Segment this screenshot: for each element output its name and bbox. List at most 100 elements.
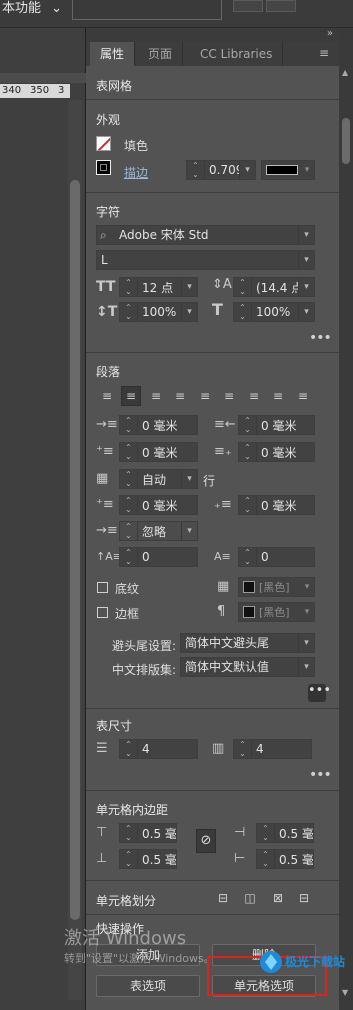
spinner-arrows-icon[interactable]: ⌃ ⌄ (120, 496, 138, 514)
chevron-down-icon[interactable]: ▾ (298, 303, 314, 321)
tab-properties[interactable]: 属性 (90, 42, 136, 66)
drop-cap-chars-field[interactable]: ⌃ ⌄ 0 (238, 547, 315, 567)
leading-value[interactable]: (14.4 点 (252, 279, 298, 296)
chevron-down-icon[interactable]: ▾ (300, 582, 314, 592)
spinner-arrows-icon[interactable]: ⌃ ⌄ (120, 278, 138, 296)
spinner-arrows-icon[interactable]: ⌃ ⌄ (257, 824, 275, 842)
spinner-arrows-icon[interactable]: ⌃ ⌄ (120, 443, 138, 461)
chevron-down-icon[interactable]: ▾ (181, 303, 197, 321)
table-options-button[interactable]: 表选项 (96, 975, 200, 997)
stroke-weight-value[interactable]: 0.709 (205, 163, 239, 177)
search-box[interactable] (72, 0, 222, 20)
spinner-arrows-icon[interactable]: ⌃ ⌄ (239, 443, 257, 461)
toolbar-button-left[interactable] (233, 0, 263, 12)
scrollbar-thumb[interactable] (342, 118, 350, 164)
font-family-select[interactable]: ⌕ Adobe 宋体 Std ▾ (96, 225, 315, 245)
left-indent-value[interactable]: 0 毫米 (138, 417, 197, 434)
justify-center-icon[interactable]: ≡ (195, 386, 215, 406)
inset-bottom-value[interactable]: 0.5 毫 (138, 851, 176, 868)
inset-left-field[interactable]: ⌃ ⌄ 0.5 毫 (256, 823, 314, 843)
drop-cap-chars-value[interactable]: 0 (257, 550, 314, 564)
scrollbar-thumb[interactable] (70, 180, 80, 920)
font-style-select[interactable]: L ▾ (96, 250, 315, 270)
toolbar-button-right[interactable] (266, 0, 296, 12)
rows-field[interactable]: ⌃ ⌄ 4 (119, 739, 198, 759)
spinner-arrows-icon[interactable]: ⌃ ⌄ (120, 303, 138, 321)
chevron-down-icon[interactable]: ▾ (298, 634, 314, 652)
inset-right-value[interactable]: 0.5 毫 (275, 851, 313, 868)
chevron-down-icon[interactable]: ▾ (298, 658, 314, 676)
chevron-down-icon[interactable]: ▾ (298, 278, 314, 296)
spinner-arrows-icon[interactable]: ⌃ ⌄ (239, 416, 257, 434)
stroke-label[interactable]: 描边 (124, 164, 148, 181)
left-indent-field[interactable]: ⌃ ⌄ 0 毫米 (119, 415, 198, 435)
space-after-value[interactable]: 0 毫米 (257, 497, 314, 514)
align-away-spine-icon[interactable]: ≡ (293, 386, 313, 406)
link-icon[interactable]: ⊘ (196, 829, 216, 853)
spinner-arrows-icon[interactable]: ⌃ ⌄ (234, 278, 252, 296)
chevron-down-icon[interactable]: ▾ (298, 226, 314, 244)
last-line-indent-value[interactable]: 0 毫米 (257, 444, 314, 461)
horizontal-scale-field[interactable]: ⌃ ⌄ 100% ▾ (233, 302, 315, 322)
justify-right-icon[interactable]: ≡ (219, 386, 239, 406)
kinsoku-select[interactable]: 简体中文避头尾 ▾ (180, 633, 315, 653)
collapse-icon[interactable]: » (327, 28, 333, 39)
spinner-arrows-icon[interactable]: ⌃ ⌄ (120, 548, 138, 566)
align-toward-spine-icon[interactable]: ≡ (268, 386, 288, 406)
first-line-indent-field[interactable]: ⌃ ⌄ 0 毫米 (119, 442, 198, 462)
panel-menu-icon[interactable]: ≡ (319, 46, 329, 60)
chevron-down-icon[interactable]: ▾ (300, 165, 314, 175)
justify-all-icon[interactable]: ≡ (244, 386, 264, 406)
space-after-field[interactable]: ⌃ ⌄ 0 毫米 (238, 495, 315, 515)
unmerge-cells-icon[interactable]: ⊟ (294, 888, 314, 908)
stroke-weight-field[interactable]: ⌃⌄ 0.709 ▾ (186, 160, 256, 180)
inset-bottom-field[interactable]: ⌃ ⌄ 0.5 毫 (119, 849, 177, 869)
shading-icon[interactable]: ▦ (217, 580, 229, 594)
border-icon[interactable]: ¶ (217, 605, 225, 619)
mojikumi-select[interactable]: 简体中文默认值 ▾ (180, 657, 315, 677)
rows-value[interactable]: 4 (138, 742, 197, 756)
vertical-scale-value[interactable]: 100% (138, 305, 181, 319)
spinner-arrows-icon[interactable]: ⌃ ⌄ (239, 496, 257, 514)
font-size-field[interactable]: ⌃ ⌄ 12 点 ▾ (119, 277, 198, 297)
last-line-indent-field[interactable]: ⌃ ⌄ 0 毫米 (238, 442, 315, 462)
vertical-scrollbar[interactable] (68, 100, 82, 1000)
more-options-icon[interactable]: ••• (309, 330, 332, 346)
spinner-arrows-icon[interactable]: ⌃ ⌄ (120, 470, 138, 488)
grid-align-select[interactable]: ⌃ ⌄ 自动 ▾ (119, 469, 198, 489)
panel-scrollbar[interactable]: ▲ ▼ (339, 28, 353, 1010)
tab-pages[interactable]: 页面 (138, 42, 184, 66)
more-options-icon[interactable]: ••• (308, 684, 331, 702)
tab-cc-libraries[interactable]: CC Libraries (190, 42, 284, 66)
spinner-arrows-icon[interactable]: ⌃ ⌄ (239, 548, 257, 566)
spinner-arrows-icon[interactable]: ⌃ ⌄ (234, 740, 252, 758)
inset-left-value[interactable]: 0.5 毫 (275, 825, 313, 842)
document-canvas[interactable]: 340 350 3 › ▯▯ (0, 28, 86, 1010)
scroll-up-icon[interactable]: ▲ (342, 68, 348, 77)
split-vertical-icon[interactable]: ◫ (240, 888, 260, 908)
right-indent-field[interactable]: ⌃ ⌄ 0 毫米 (238, 415, 315, 435)
inset-top-value[interactable]: 0.5 毫 (138, 825, 176, 842)
shading-color-select[interactable]: [黑色] ▾ (238, 577, 315, 597)
align-left-icon[interactable]: ≡ (97, 386, 117, 406)
right-indent-value[interactable]: 0 毫米 (257, 417, 314, 434)
inset-right-field[interactable]: ⌃ ⌄ 0.5 毫 (256, 849, 314, 869)
fill-icon[interactable] (96, 136, 111, 151)
split-horizontal-icon[interactable]: ⊟ (213, 888, 233, 908)
chevron-down-icon[interactable]: ▾ (298, 251, 314, 269)
stroke-icon[interactable] (96, 160, 111, 175)
border-checkbox[interactable] (97, 607, 108, 618)
drop-cap-lines-field[interactable]: ⌃ ⌄ 0 (119, 547, 198, 567)
columns-field[interactable]: ⌃ ⌄ 4 (233, 739, 312, 759)
align-right-icon[interactable]: ≡ (146, 386, 166, 406)
chevron-down-icon[interactable]: ▾ (181, 278, 197, 296)
chevron-down-icon[interactable]: ▾ (181, 522, 197, 540)
vertical-scale-field[interactable]: ⌃ ⌄ 100% ▾ (119, 302, 198, 322)
space-before-field[interactable]: ⌃ ⌄ 0 毫米 (119, 495, 198, 515)
border-color-select[interactable]: [黑色] ▾ (238, 602, 315, 622)
spinner-arrows-icon[interactable]: ⌃ ⌄ (120, 824, 138, 842)
spinner-arrows-icon[interactable]: ⌃ ⌄ (120, 740, 138, 758)
font-size-value[interactable]: 12 点 (138, 279, 181, 296)
horizontal-scale-value[interactable]: 100% (252, 305, 298, 319)
spinner-arrows-icon[interactable]: ⌃ ⌄ (120, 850, 138, 868)
